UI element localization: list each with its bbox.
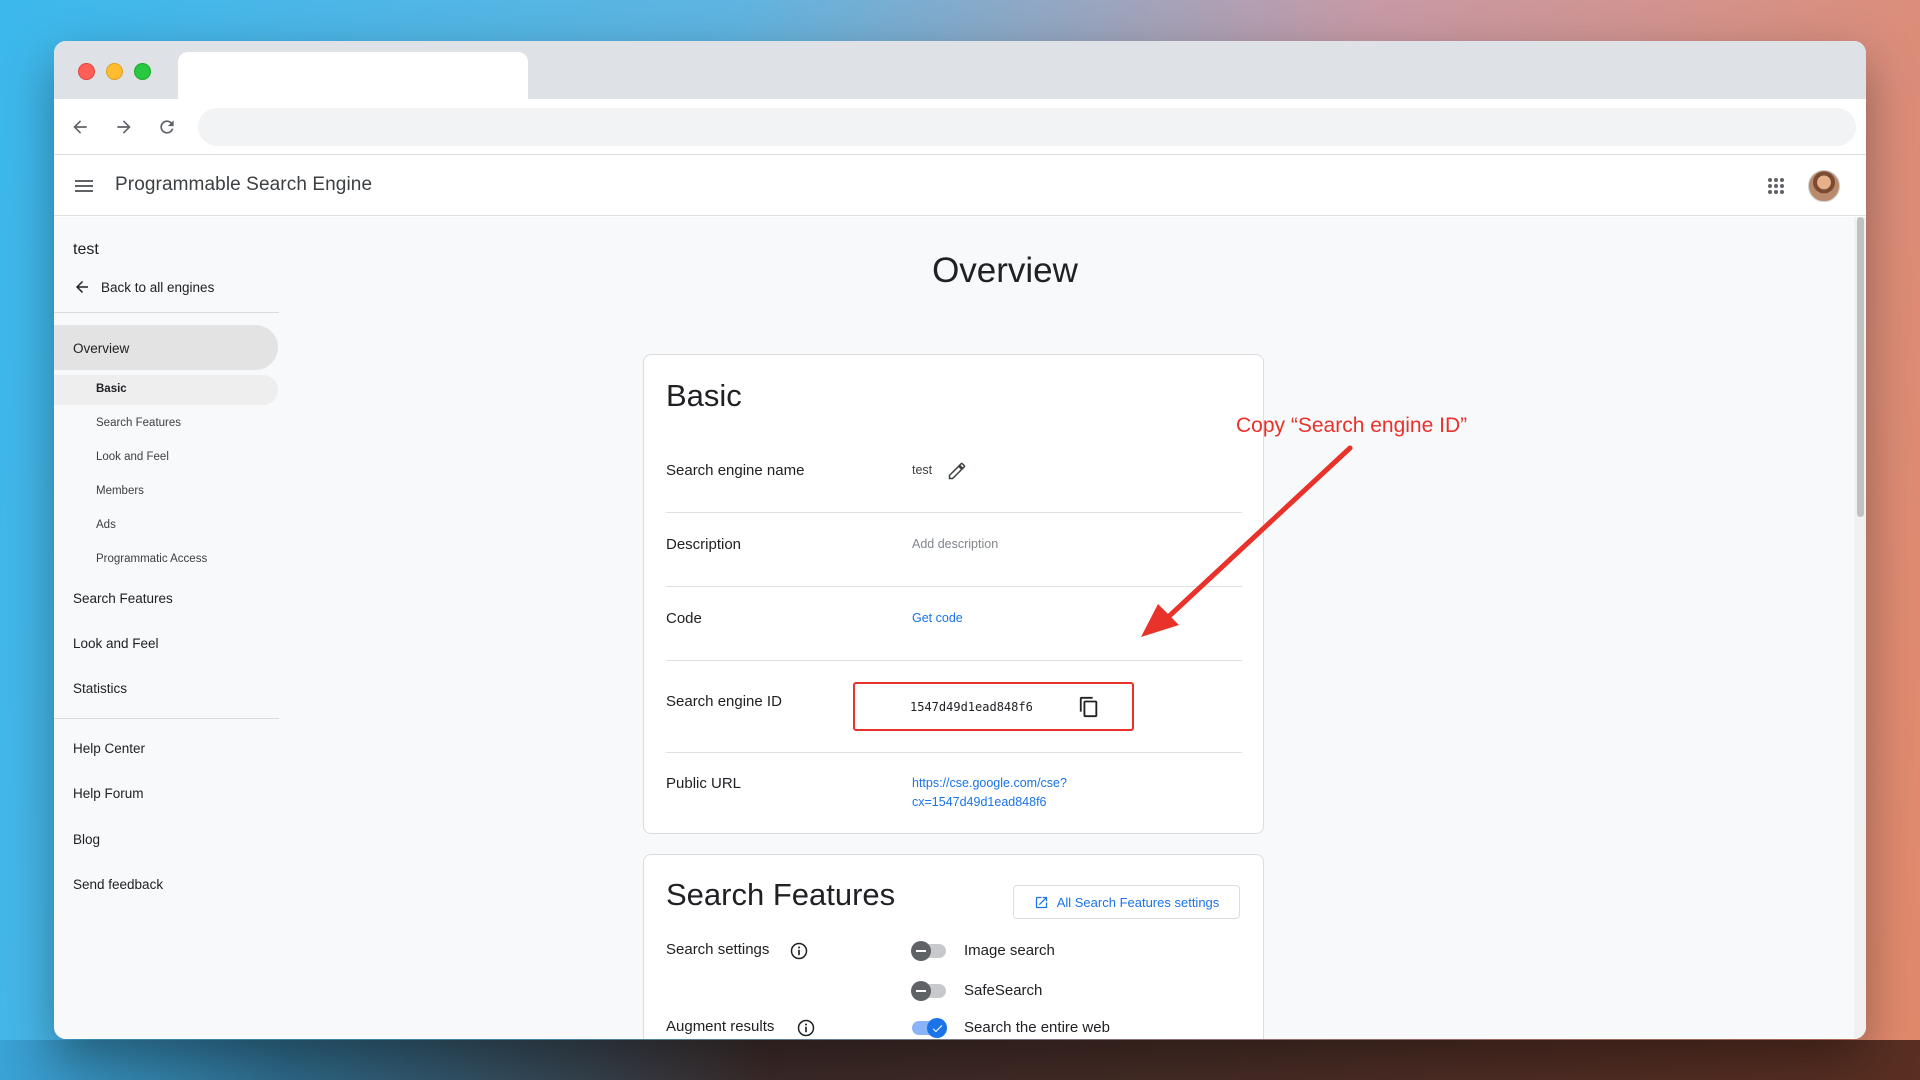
- annotation-arrow-icon: [1141, 445, 1353, 637]
